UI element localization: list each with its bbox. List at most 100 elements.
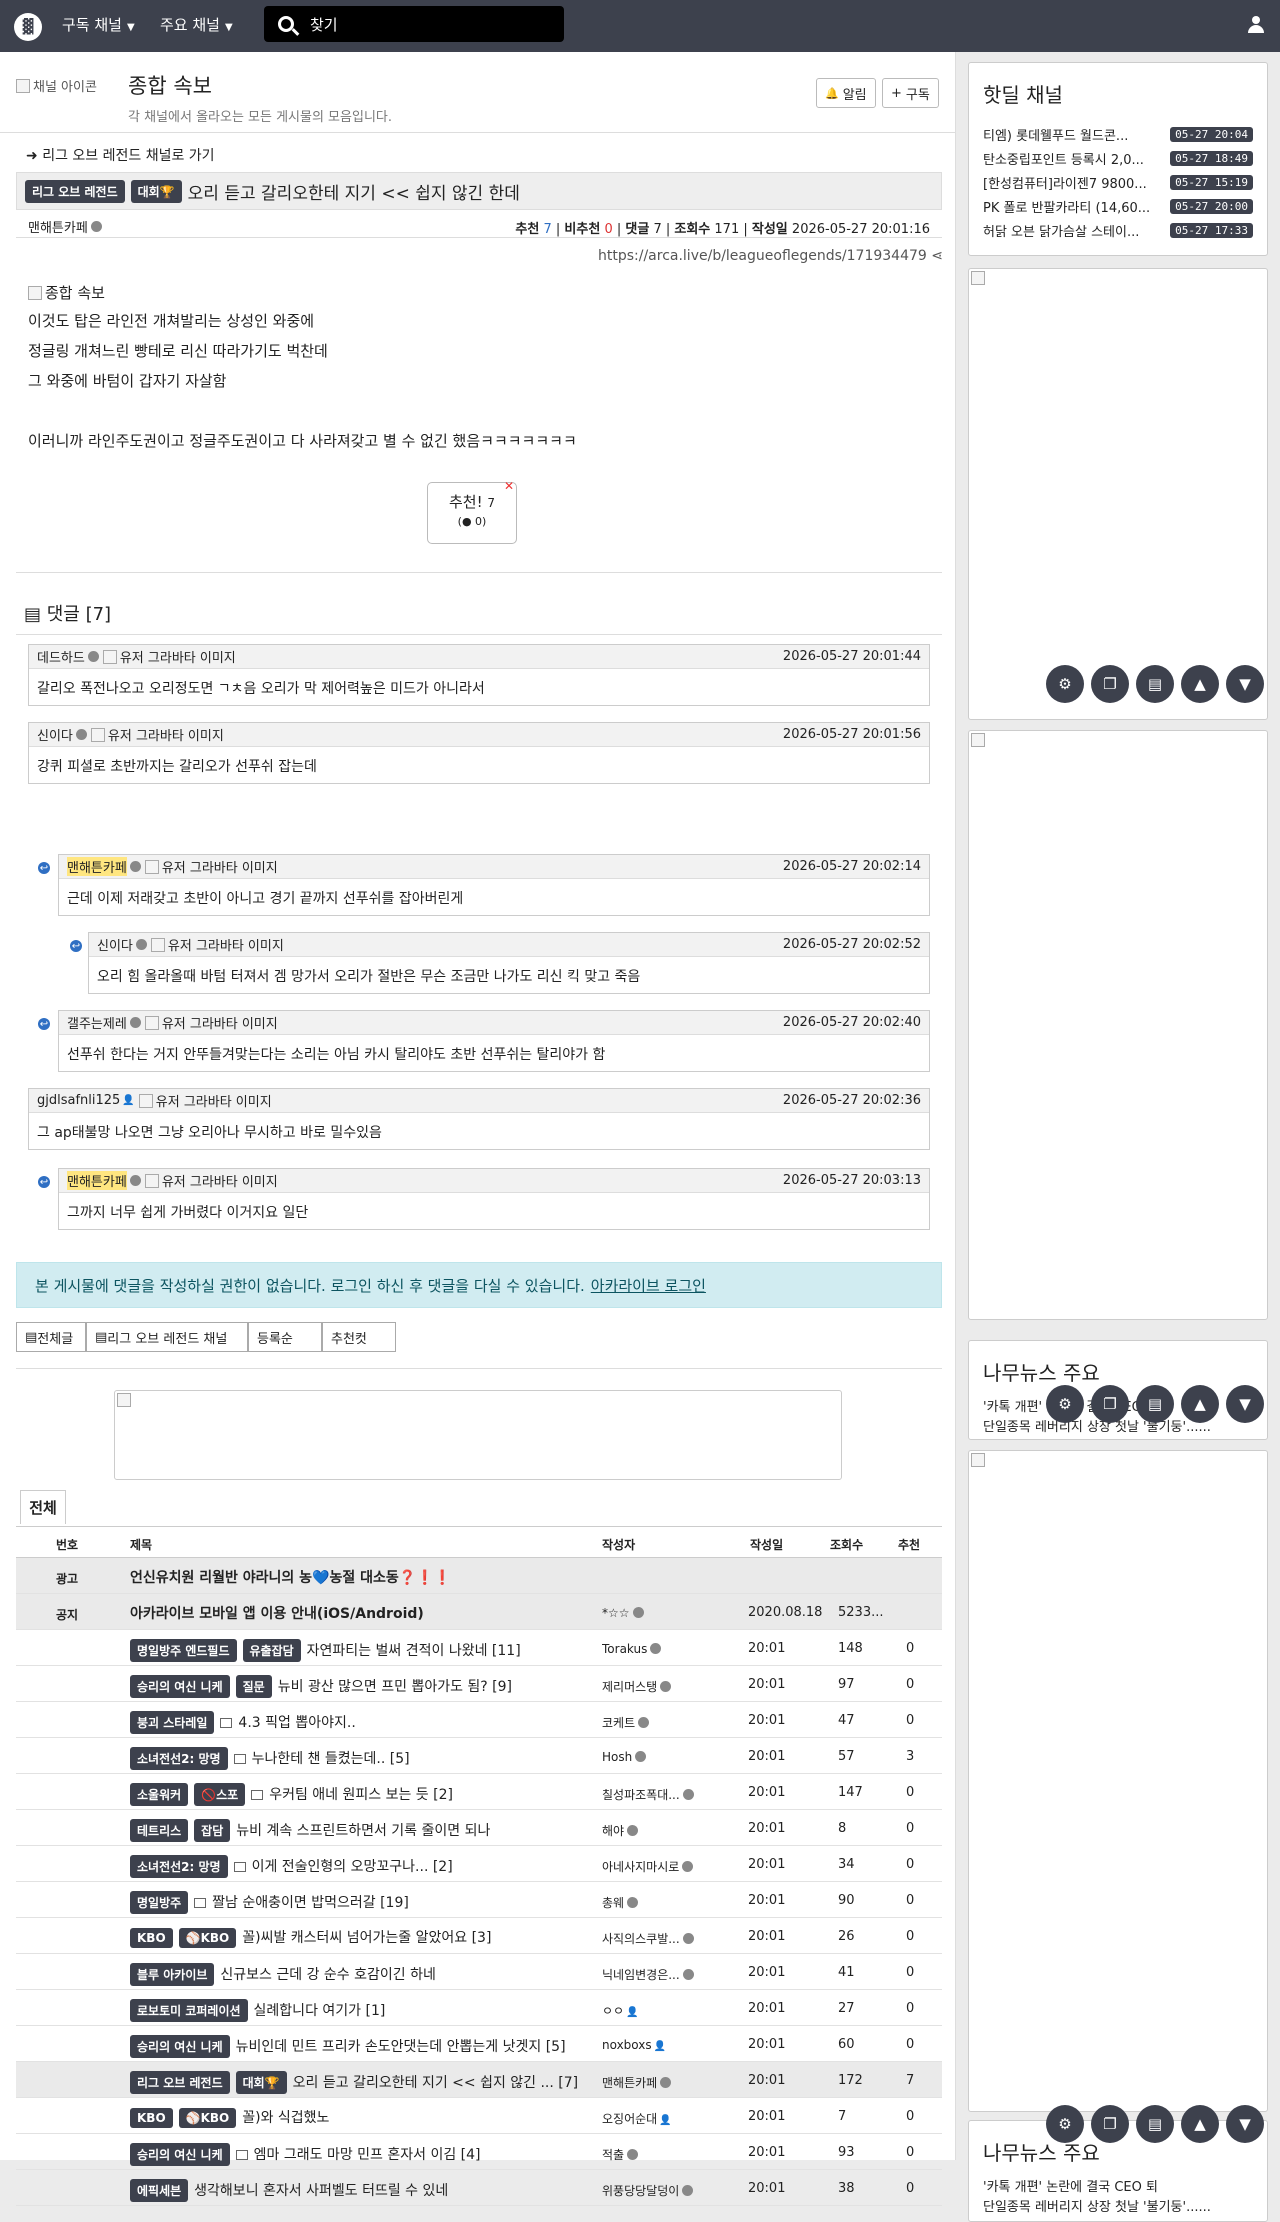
rec-cut-button[interactable]: 추천컷 bbox=[322, 1322, 396, 1352]
copy-icon[interactable]: ❐ bbox=[1091, 2105, 1129, 2143]
post-title-cell[interactable]: 블루 아카이브 신규보스 근데 강 순수 호감이긴 하네 bbox=[130, 1963, 598, 1986]
post-title-cell[interactable]: 승리의 여신 니케 뉴비인데 민트 프리카 손도안댓는데 안뽑는게 낫겟지 [5] bbox=[130, 2035, 598, 2058]
list-row[interactable]: 명일방주 엔드필드 유출잡담 자연파티는 벌써 견적이 나왔네 [11] Toraku… bbox=[16, 1630, 942, 1666]
news-item[interactable]: '카톡 개편' 논란에 결국 CEO 퇴 bbox=[983, 2176, 1253, 2196]
copy-icon[interactable]: ❐ bbox=[1091, 1385, 1129, 1423]
news-title[interactable]: 나무뉴스 주요 bbox=[983, 1357, 1253, 1386]
post-author[interactable]: Torakus bbox=[602, 1642, 712, 1656]
post-author[interactable]: Hosh bbox=[602, 1750, 712, 1764]
category-badge[interactable]: 붕괴 스타레일 bbox=[130, 1711, 215, 1734]
list-icon[interactable]: ▤ bbox=[1136, 1385, 1174, 1423]
list-row[interactable]: 소녀전선2: 망명 이게 전술인형의 오망꼬구나... [2] 아네사지마시로 20:… bbox=[16, 1846, 942, 1882]
post-title-cell[interactable]: 에픽세븐 생각해보니 혼자서 사퍼벨도 터뜨릴 수 있네 bbox=[130, 2179, 598, 2202]
board-title[interactable]: 종합 속보 bbox=[128, 70, 212, 100]
category-badge[interactable]: 승리의 여신 니케 bbox=[130, 1675, 230, 1698]
post-title[interactable]: 꼴)와 식겁했노 bbox=[242, 2110, 329, 2126]
post-title-cell[interactable]: 소울워커 🚫스포 우커팀 애네 원피스 보는 듯 [2] bbox=[130, 1783, 598, 1806]
post-title[interactable]: 이게 전술인형의 오망꼬구나... [2] bbox=[252, 1859, 453, 1875]
list-row[interactable]: KBO ⚾KBO 꼴)와 식겁했노 오징어순대 👤 20:01 7 0 bbox=[16, 2098, 942, 2134]
post-title[interactable]: 4.3 픽업 뽑아야지.. bbox=[238, 1715, 355, 1731]
post-title-cell[interactable]: 승리의 여신 니케 질문 뉴비 광산 많으면 프민 뽑아가도 됨? [9] bbox=[130, 1675, 598, 1698]
post-title[interactable]: 엠마 그래도 마망 민프 혼자서 이김 [4] bbox=[254, 2147, 481, 2163]
down-icon[interactable]: ▼ bbox=[1226, 2105, 1264, 2143]
category-badge[interactable]: 대회🏆 bbox=[235, 2071, 287, 2094]
post-title[interactable]: 아카라이브 모바일 앱 이용 안내(iOS/Android) bbox=[130, 1606, 424, 1622]
post-author[interactable]: noxboxs 👤 bbox=[602, 2038, 712, 2052]
list-row[interactable]: 승리의 여신 니케 뉴비인데 민트 프리카 손도안댓는데 안뽑는게 낫겟지 [5]… bbox=[16, 2026, 942, 2062]
category-badge[interactable]: 소녀전선2: 망명 bbox=[130, 1855, 228, 1878]
recommend-button[interactable]: ✕ 추천! 7 (● 0) bbox=[427, 479, 517, 544]
post-title-cell[interactable]: 소녀전선2: 망명 누나한테 챈 들켰는데.. [5] bbox=[130, 1747, 598, 1770]
comment-author[interactable]: gjdlsafnli125 bbox=[37, 1093, 120, 1108]
sort-button[interactable]: 등록순 bbox=[248, 1322, 322, 1352]
hotdeal-item[interactable]: [한성컴퓨터]라이젠7 9800... 05-27 15:19 bbox=[983, 170, 1253, 194]
category-badge[interactable]: 에픽세븐 bbox=[130, 2179, 189, 2202]
category-badge[interactable]: ⚾KBO bbox=[178, 2108, 237, 2128]
comment-author[interactable]: 신이다 bbox=[97, 935, 133, 954]
article-author[interactable]: 맨해튼카페 bbox=[28, 217, 88, 236]
list-row[interactable]: 공지 아카라이브 모바일 앱 이용 안내(iOS/Android) *☆☆ 2020.… bbox=[16, 1594, 942, 1630]
post-author[interactable]: 맨해튼카페 bbox=[602, 2074, 712, 2091]
post-title-cell[interactable]: 테트리스 잡담 뉴비 계속 스프린트하면서 기록 줄이면 되나 bbox=[130, 1819, 598, 1842]
up-icon[interactable]: ▲ bbox=[1181, 1385, 1219, 1423]
hotdeal-title[interactable]: 핫딜 채널 bbox=[983, 79, 1253, 108]
post-title[interactable]: 실례합니다 여기가 [1] bbox=[254, 2003, 386, 2019]
gear-icon[interactable]: ⚙ bbox=[1046, 1385, 1084, 1423]
hotdeal-item[interactable]: PK 폴로 반팔카라티 (14,60... 05-27 20:00 bbox=[983, 194, 1253, 218]
up-icon[interactable]: ▲ bbox=[1181, 2105, 1219, 2143]
post-author[interactable]: 적출 bbox=[602, 2146, 712, 2163]
search-input[interactable]: 찾기 bbox=[264, 6, 564, 42]
post-title[interactable]: 자연파티는 벌써 견적이 나왔네 [11] bbox=[307, 1643, 521, 1659]
post-title[interactable]: 우커팀 애네 원피스 보는 듯 [2] bbox=[269, 1787, 453, 1803]
ad-slot[interactable] bbox=[968, 1450, 1268, 2112]
post-title-cell[interactable]: 승리의 여신 니케 엠마 그래도 마망 민프 혼자서 이김 [4] bbox=[130, 2143, 598, 2166]
category-badge[interactable]: 블루 아카이브 bbox=[130, 1963, 215, 1986]
list-row[interactable]: 리그 오브 레전드 대회🏆 오리 듣고 갈리오한테 지기 << 쉽지 않긴 ... … bbox=[16, 2062, 942, 2098]
site-logo[interactable]: ▓ bbox=[14, 13, 42, 41]
post-title-cell[interactable]: 명일방주 엔드필드 유출잡담 자연파티는 벌써 견적이 나왔네 [11] bbox=[130, 1639, 598, 1662]
list-icon[interactable]: ▤ bbox=[1136, 2105, 1174, 2143]
category-badge[interactable]: 로보토미 코퍼레이션 bbox=[130, 1999, 248, 2022]
post-author[interactable]: 위풍당당달덩이 bbox=[602, 2182, 712, 2199]
up-icon[interactable]: ▲ bbox=[1181, 665, 1219, 703]
go-channel-link[interactable]: ➜ 리그 오브 레전드 채널로 가기 bbox=[26, 145, 215, 165]
comment-author[interactable]: 갤주는제레 bbox=[67, 1013, 127, 1032]
post-title[interactable]: 뉴비 계속 스프린트하면서 기록 줄이면 되나 bbox=[236, 1823, 490, 1839]
category-badge[interactable]: ⚾KBO bbox=[178, 1928, 237, 1948]
post-title[interactable]: 꼴)씨발 캐스터씨 넘어가는줄 알았어요 [3] bbox=[242, 1930, 491, 1946]
list-row[interactable]: 승리의 여신 니케 엠마 그래도 마망 민프 혼자서 이김 [4] 적출 20:01 9… bbox=[16, 2134, 942, 2170]
category-badge[interactable]: 소울워커 bbox=[130, 1783, 189, 1806]
category-badge[interactable]: 🚫스포 bbox=[194, 1783, 246, 1806]
post-title-cell[interactable]: 소녀전선2: 망명 이게 전술인형의 오망꼬구나... [2] bbox=[130, 1855, 598, 1878]
hotdeal-item[interactable]: 티엠) 롯데웰푸드 월드콘... 05-27 20:04 bbox=[983, 122, 1253, 146]
channel-button[interactable]: ▤ 리그 오브 레전드 채널 bbox=[86, 1322, 248, 1352]
category-badge[interactable]: 소녀전선2: 망명 bbox=[130, 1747, 228, 1770]
comment-author[interactable]: 신이다 bbox=[37, 725, 73, 744]
gear-icon[interactable]: ⚙ bbox=[1046, 2105, 1084, 2143]
post-author[interactable]: ㅇㅇ 👤 bbox=[602, 2002, 712, 2019]
ad-slot[interactable] bbox=[968, 268, 1268, 720]
post-title[interactable]: 오리 듣고 갈리오한테 지기 << 쉽지 않긴 ... [7] bbox=[293, 2075, 578, 2091]
article-url[interactable]: https://arca.live/b/leagueoflegends/1719… bbox=[598, 248, 943, 264]
post-title[interactable]: 누나한테 챈 들켰는데.. [5] bbox=[252, 1751, 410, 1767]
post-title[interactable]: 언신유치원 리월반 야라니의 농💙농절 대소동❓❗❗ bbox=[130, 1570, 451, 1586]
post-title-cell[interactable]: 로보토미 코퍼레이션 실례합니다 여기가 [1] bbox=[130, 1999, 598, 2022]
list-row[interactable]: KBO ⚾KBO 꼴)씨발 캐스터씨 넘어가는줄 알았어요 [3] 사직의스쿠발...… bbox=[16, 1918, 942, 1954]
post-author[interactable]: 제리머스탱 bbox=[602, 1678, 712, 1695]
category-badge[interactable]: 승리의 여신 니케 bbox=[130, 2143, 230, 2166]
category-badge[interactable]: 유출잡담 bbox=[242, 1639, 301, 1662]
post-title-cell[interactable]: 명일방주 짤남 순애충이면 밥먹으러갈 [19] bbox=[130, 1891, 598, 1914]
post-author[interactable]: 아네사지마시로 bbox=[602, 1858, 712, 1875]
category-badge[interactable]: 잡담 bbox=[194, 1819, 231, 1842]
copy-icon[interactable]: ❐ bbox=[1091, 665, 1129, 703]
post-title[interactable]: 짤남 순애충이면 밥먹으러갈 [19] bbox=[212, 1895, 409, 1911]
comment-author[interactable]: 맨해튼카페 bbox=[67, 1171, 127, 1190]
category-badge[interactable]: 리그 오브 레전드 bbox=[130, 2071, 230, 2094]
hotdeal-item[interactable]: 허닭 오븐 닭가슴살 스테이... 05-27 17:33 bbox=[983, 218, 1253, 242]
post-author[interactable]: *☆☆ bbox=[602, 1606, 712, 1620]
category-badge[interactable]: KBO bbox=[130, 2108, 173, 2128]
list-icon[interactable]: ▤ bbox=[1136, 665, 1174, 703]
down-icon[interactable]: ▼ bbox=[1226, 1385, 1264, 1423]
list-row[interactable]: 에픽세븐 생각해보니 혼자서 사퍼벨도 터뜨릴 수 있네 위풍당당달덩이 20:01 3… bbox=[16, 2170, 942, 2206]
list-row[interactable]: 붕괴 스타레일 4.3 픽업 뽑아야지.. 코케트 20:01 47 0 bbox=[16, 1702, 942, 1738]
